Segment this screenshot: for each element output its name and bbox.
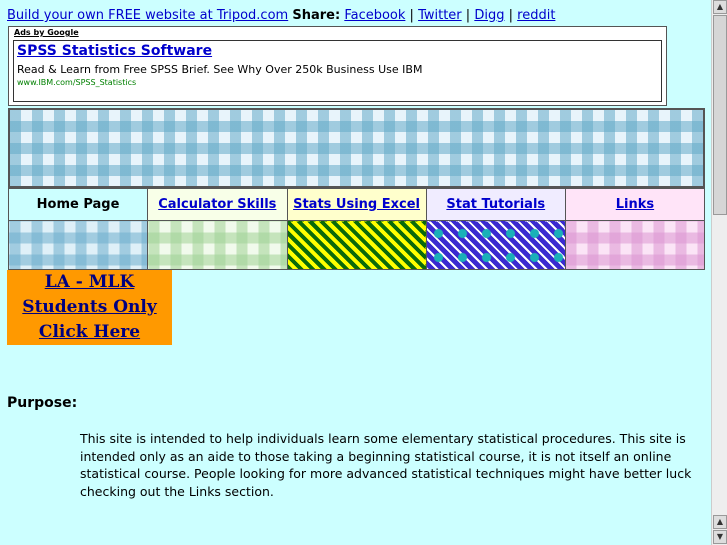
nav-calculator-skills[interactable]: Calculator Skills	[147, 188, 288, 221]
top-share-bar: Build your own FREE website at Tripod.co…	[7, 7, 555, 24]
google-ad-box: Ads by Google SPSS Statistics Software R…	[8, 26, 667, 106]
nav-pattern-yellow	[286, 220, 427, 270]
ads-by-google-label[interactable]: Ads by Google	[14, 28, 79, 37]
scroll-down-icon[interactable]: ▼	[713, 530, 727, 544]
vertical-scrollbar[interactable]: ▲ ▲ ▼	[711, 0, 727, 545]
share-reddit-link[interactable]: reddit	[517, 8, 555, 23]
ad-title-link[interactable]: SPSS Statistics Software	[17, 43, 212, 59]
nav-pattern-quilt	[425, 220, 566, 270]
nav-links-label: Links	[615, 197, 655, 212]
la-mlk-promo-link[interactable]: LA - MLK Students Only Click Here	[7, 270, 172, 345]
scroll-thumb[interactable]	[713, 15, 727, 215]
separator: |	[465, 8, 471, 23]
nav-stats-using-excel[interactable]: Stats Using Excel	[286, 188, 427, 221]
nav-table: Home Page Calculator Skills Stats Using …	[7, 188, 706, 270]
promo-line-3: Click Here	[38, 322, 141, 342]
separator: |	[508, 8, 513, 23]
nav-pattern-blue	[7, 220, 149, 270]
nav-stat-tutorials-label: Stat Tutorials	[446, 197, 546, 212]
gingham-banner	[8, 108, 705, 188]
scroll-up-icon[interactable]: ▲	[713, 515, 727, 529]
separator: |	[409, 8, 414, 23]
purpose-heading: Purpose:	[7, 395, 78, 411]
ad-url[interactable]: www.IBM.com/SPSS_Statistics	[17, 78, 136, 87]
promo-line-2: Students Only	[22, 297, 157, 317]
promo-line-1: LA - MLK	[44, 272, 135, 292]
ad-description: Read & Learn from Free SPSS Brief. See W…	[17, 63, 423, 76]
purpose-text: This site is intended to help individual…	[80, 431, 692, 499]
nav-home[interactable]: Home Page	[7, 188, 149, 221]
nav-calculator-skills-label: Calculator Skills	[158, 197, 277, 212]
nav-stats-using-excel-label: Stats Using Excel	[293, 197, 421, 212]
share-label: Share:	[292, 8, 341, 23]
share-twitter-link[interactable]: Twitter	[418, 8, 462, 23]
ad-unit[interactable]: SPSS Statistics Software Read & Learn fr…	[13, 40, 662, 102]
nav-pattern-green	[147, 220, 288, 270]
nav-pattern-pink	[564, 220, 706, 270]
tripod-build-link[interactable]: Build your own FREE website at Tripod.co…	[7, 8, 288, 23]
share-digg-link[interactable]: Digg	[474, 8, 504, 23]
nav-stat-tutorials[interactable]: Stat Tutorials	[425, 188, 566, 221]
share-facebook-link[interactable]: Facebook	[344, 8, 405, 23]
nav-home-label: Home Page	[36, 197, 120, 212]
nav-links[interactable]: Links	[564, 188, 706, 221]
scroll-up-icon[interactable]: ▲	[713, 0, 727, 14]
